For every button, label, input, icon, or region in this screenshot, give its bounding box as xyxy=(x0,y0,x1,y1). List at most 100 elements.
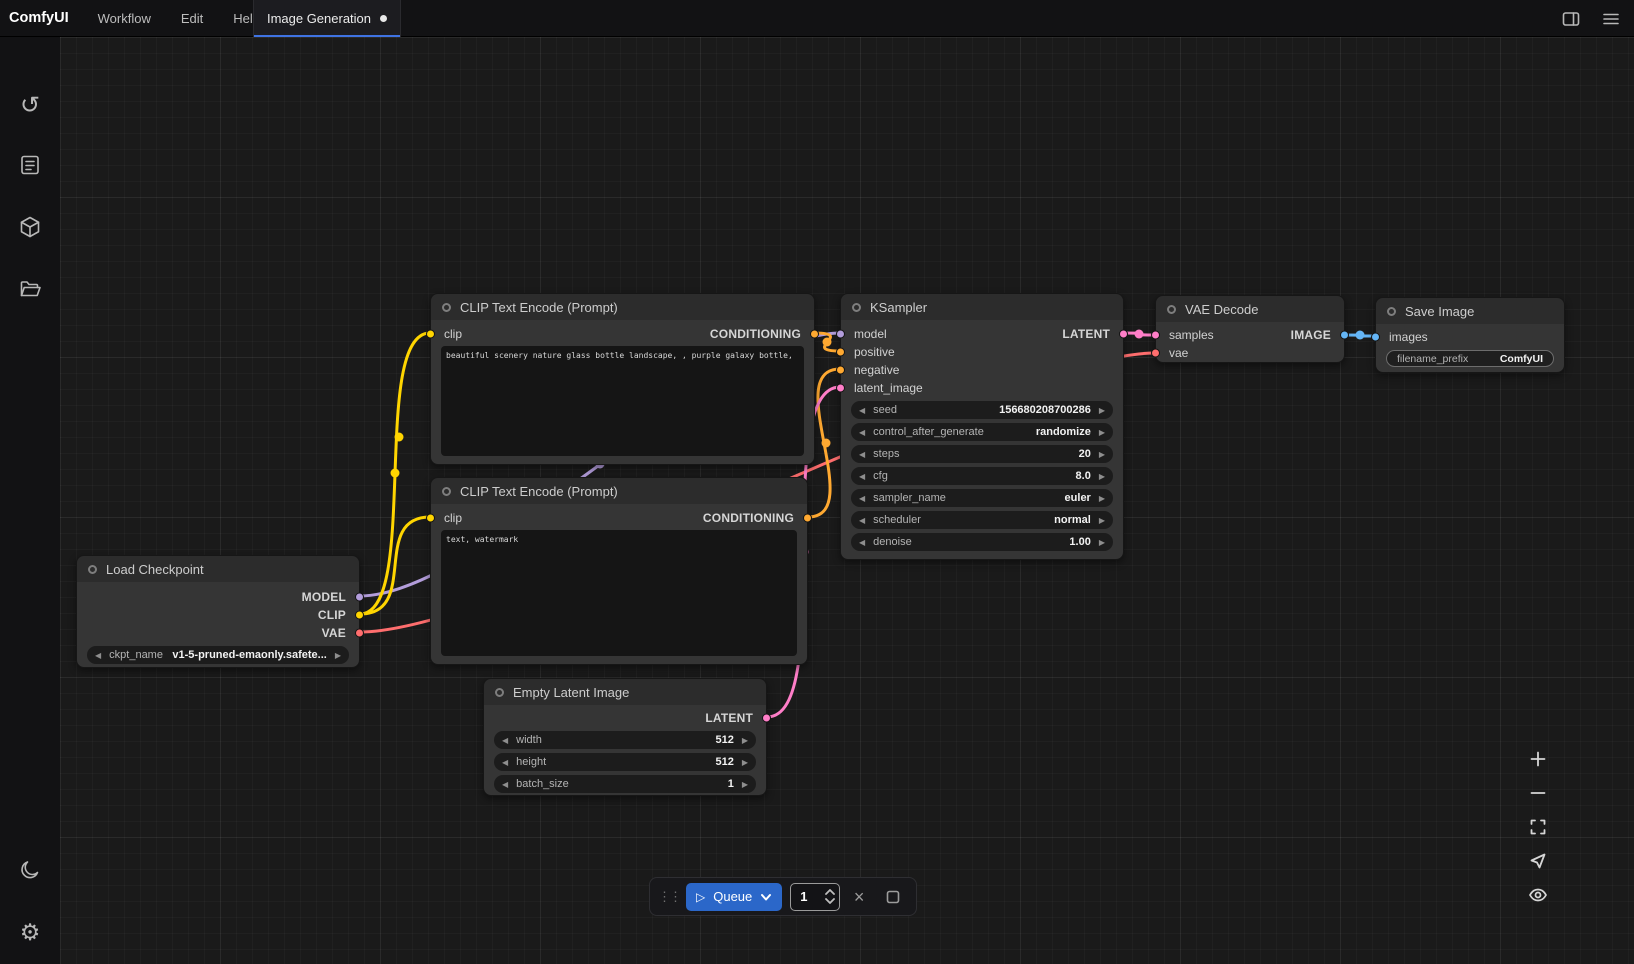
prev-arrow-icon[interactable]: ◀ xyxy=(95,651,101,660)
widget-width[interactable]: ◀ width 512 ▶ xyxy=(494,731,756,749)
interrupt-icon[interactable]: × xyxy=(844,883,874,911)
node-clip-text-encode-negative[interactable]: CLIP Text Encode (Prompt) clip CONDITION… xyxy=(430,477,808,665)
widget-sampler-name[interactable]: ◀ sampler_name euler ▶ xyxy=(851,489,1113,507)
collapse-dot[interactable] xyxy=(88,565,97,574)
vae-input-dot[interactable] xyxy=(1151,349,1160,358)
node-vae-decode[interactable]: VAE Decode samples IMAGE vae xyxy=(1155,295,1345,363)
node-load-checkpoint[interactable]: Load Checkpoint MODEL CLIP VAE ◀ ckpt_na… xyxy=(76,555,360,668)
latent-output-dot[interactable] xyxy=(762,714,771,723)
node-empty-latent-image[interactable]: Empty Latent Image LATENT ◀ width 512 ▶ … xyxy=(483,678,767,796)
next-arrow-icon[interactable]: ▶ xyxy=(1099,516,1105,525)
zoom-out-icon[interactable] xyxy=(1521,778,1555,808)
prev-arrow-icon[interactable]: ◀ xyxy=(502,758,508,767)
queue-button[interactable]: ▷ Queue xyxy=(686,883,782,911)
prompt-textarea[interactable]: text, watermark xyxy=(441,530,797,656)
settings-gear-icon[interactable]: ⚙ xyxy=(14,916,46,948)
unsaved-indicator-dot xyxy=(380,15,387,22)
node-header[interactable]: Save Image xyxy=(1376,298,1564,324)
latent-output-dot[interactable] xyxy=(1119,330,1128,339)
tab-image-generation[interactable]: Image Generation xyxy=(253,0,401,37)
node-header[interactable]: KSampler xyxy=(841,294,1123,320)
conditioning-output-dot[interactable] xyxy=(810,330,819,339)
widget-seed[interactable]: ◀ seed 156680208700286 ▶ xyxy=(851,401,1113,419)
next-arrow-icon[interactable]: ▶ xyxy=(335,651,341,660)
node-header[interactable]: Empty Latent Image xyxy=(484,679,766,705)
panel-toggle-icon[interactable] xyxy=(1558,6,1584,32)
next-arrow-icon[interactable]: ▶ xyxy=(742,780,748,789)
node-library-icon[interactable] xyxy=(14,149,46,181)
prev-arrow-icon[interactable]: ◀ xyxy=(859,428,865,437)
next-arrow-icon[interactable]: ▶ xyxy=(742,736,748,745)
collapse-dot[interactable] xyxy=(495,688,504,697)
chevron-down-icon[interactable] xyxy=(760,891,772,903)
model-library-icon[interactable] xyxy=(14,211,46,243)
queue-history-icon[interactable]: ↺ xyxy=(14,89,46,121)
next-arrow-icon[interactable]: ▶ xyxy=(1099,538,1105,547)
prev-arrow-icon[interactable]: ◀ xyxy=(859,472,865,481)
prev-arrow-icon[interactable]: ◀ xyxy=(859,516,865,525)
conditioning-output-dot[interactable] xyxy=(803,514,812,523)
next-arrow-icon[interactable]: ▶ xyxy=(1099,406,1105,415)
clip-input-dot[interactable] xyxy=(426,330,435,339)
decrement-icon[interactable] xyxy=(825,898,835,904)
fit-view-icon[interactable] xyxy=(1521,812,1555,842)
node-header[interactable]: CLIP Text Encode (Prompt) xyxy=(431,478,807,504)
widget-denoise[interactable]: ◀ denoise 1.00 ▶ xyxy=(851,533,1113,551)
latent-image-input-dot[interactable] xyxy=(836,384,845,393)
toggle-visibility-eye-icon[interactable] xyxy=(1521,880,1555,910)
widget-filename-prefix[interactable]: filename_prefix ComfyUI xyxy=(1386,350,1554,367)
next-arrow-icon[interactable]: ▶ xyxy=(1099,428,1105,437)
prev-arrow-icon[interactable]: ◀ xyxy=(859,450,865,459)
prev-arrow-icon[interactable]: ◀ xyxy=(502,780,508,789)
increment-icon[interactable] xyxy=(825,889,835,895)
drag-handle-icon[interactable]: ⋮⋮ xyxy=(658,889,680,905)
next-arrow-icon[interactable]: ▶ xyxy=(1099,472,1105,481)
theme-toggle-icon[interactable] xyxy=(14,854,46,886)
menu-edit[interactable]: Edit xyxy=(166,0,218,36)
node-clip-text-encode-positive[interactable]: CLIP Text Encode (Prompt) clip CONDITION… xyxy=(430,293,815,465)
widget-batch-size[interactable]: ◀ batch_size 1 ▶ xyxy=(494,775,756,793)
model-output-dot[interactable] xyxy=(355,593,364,602)
clip-input-dot[interactable] xyxy=(426,514,435,523)
vae-output-dot[interactable] xyxy=(355,629,364,638)
image-output-dot[interactable] xyxy=(1340,331,1349,340)
prev-arrow-icon[interactable]: ◀ xyxy=(502,736,508,745)
widget-steps[interactable]: ◀ steps 20 ▶ xyxy=(851,445,1113,463)
node-ksampler[interactable]: KSampler model LATENT positive negative … xyxy=(840,293,1124,560)
widget-scheduler[interactable]: ◀ scheduler normal ▶ xyxy=(851,511,1113,529)
positive-input-dot[interactable] xyxy=(836,348,845,357)
collapse-dot[interactable] xyxy=(1387,307,1396,316)
collapse-dot[interactable] xyxy=(442,487,451,496)
prev-arrow-icon[interactable]: ◀ xyxy=(859,538,865,547)
collapse-dot[interactable] xyxy=(1167,305,1176,314)
widget-control-after-generate[interactable]: ◀ control_after_generate randomize ▶ xyxy=(851,423,1113,441)
clear-queue-icon[interactable] xyxy=(878,883,908,911)
prompt-textarea[interactable]: beautiful scenery nature glass bottle la… xyxy=(441,346,804,456)
collapse-dot[interactable] xyxy=(852,303,861,312)
select-mode-cursor-icon[interactable] xyxy=(1521,846,1555,876)
node-header[interactable]: VAE Decode xyxy=(1156,296,1344,322)
negative-input-dot[interactable] xyxy=(836,366,845,375)
model-input-dot[interactable] xyxy=(836,330,845,339)
prev-arrow-icon[interactable]: ◀ xyxy=(859,494,865,503)
widget-height[interactable]: ◀ height 512 ▶ xyxy=(494,753,756,771)
node-header[interactable]: Load Checkpoint xyxy=(77,556,359,582)
next-arrow-icon[interactable]: ▶ xyxy=(1099,450,1105,459)
next-arrow-icon[interactable]: ▶ xyxy=(1099,494,1105,503)
node-header[interactable]: CLIP Text Encode (Prompt) xyxy=(431,294,814,320)
samples-input-dot[interactable] xyxy=(1151,331,1160,340)
next-arrow-icon[interactable]: ▶ xyxy=(742,758,748,767)
hamburger-menu-icon[interactable] xyxy=(1598,6,1624,32)
zoom-in-icon[interactable] xyxy=(1521,744,1555,774)
workflows-folder-icon[interactable] xyxy=(14,273,46,305)
batch-count-input[interactable]: 1 xyxy=(790,883,840,911)
node-title: CLIP Text Encode (Prompt) xyxy=(460,300,618,315)
node-save-image[interactable]: Save Image images filename_prefix ComfyU… xyxy=(1375,297,1565,373)
images-input-dot[interactable] xyxy=(1371,333,1380,342)
menu-workflow[interactable]: Workflow xyxy=(83,0,166,36)
clip-output-dot[interactable] xyxy=(355,611,364,620)
prev-arrow-icon[interactable]: ◀ xyxy=(859,406,865,415)
widget-cfg[interactable]: ◀ cfg 8.0 ▶ xyxy=(851,467,1113,485)
collapse-dot[interactable] xyxy=(442,303,451,312)
widget-ckpt-name[interactable]: ◀ ckpt_name v1-5-pruned-emaonly.safete..… xyxy=(87,646,349,664)
